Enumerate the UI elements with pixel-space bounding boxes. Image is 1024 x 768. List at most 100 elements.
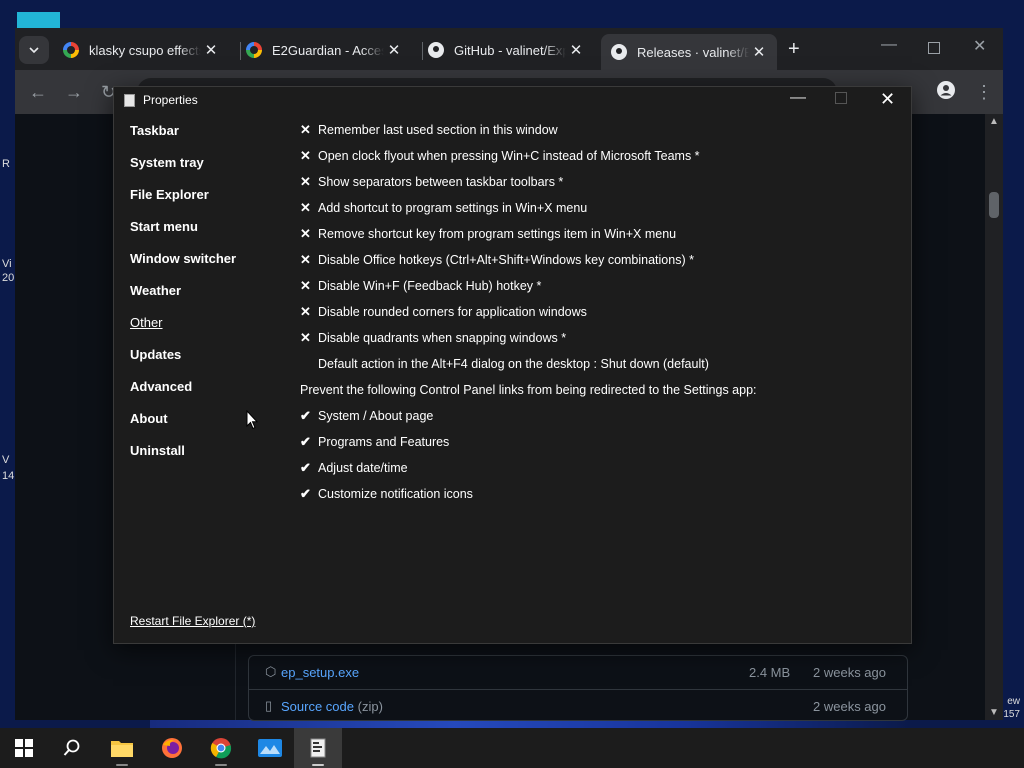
- firefox-icon[interactable]: [148, 728, 196, 768]
- checkmark-icon: ✔: [300, 460, 311, 475]
- properties-app-icon[interactable]: [294, 728, 342, 768]
- option-toggle[interactable]: ✕ Disable rounded corners for application…: [300, 302, 587, 322]
- close-tab-icon[interactable]: ✕: [384, 41, 404, 59]
- option-toggle[interactable]: ✕ Show separators between taskbar toolbar…: [300, 172, 563, 192]
- unchecked-x-icon: ✕: [300, 122, 311, 137]
- nav-item-about[interactable]: About: [130, 411, 168, 426]
- option-toggle[interactable]: ✕ Remove shortcut key from program settin…: [300, 224, 676, 244]
- scroll-up-icon[interactable]: ▲: [989, 116, 999, 127]
- option-toggle[interactable]: ✕ Open clock flyout when pressing Win+C i…: [300, 146, 700, 166]
- restart-explorer-link[interactable]: Restart File Explorer (*): [130, 614, 255, 628]
- package-icon: ⬡: [265, 664, 277, 679]
- unchecked-x-icon: ✕: [300, 174, 311, 189]
- option-toggle[interactable]: ✔ Adjust date/time: [300, 458, 408, 478]
- option-toggle[interactable]: ✕ Disable quadrants when snapping windows…: [300, 328, 566, 348]
- running-indicator: [116, 764, 128, 766]
- scroll-thumb[interactable]: [989, 192, 999, 218]
- github-icon: [428, 42, 444, 58]
- menu-kebab-icon[interactable]: ⋮: [975, 82, 993, 103]
- google-icon: [246, 42, 262, 58]
- unchecked-x-icon: ✕: [300, 200, 311, 215]
- app-icon: [124, 93, 135, 107]
- asset-date: 2 weeks ago: [813, 665, 886, 680]
- minimize-icon[interactable]: —: [881, 36, 897, 54]
- option-toggle[interactable]: ✔ Customize notification icons: [300, 484, 473, 504]
- desktop-label: ew: [1007, 696, 1020, 707]
- browser-tab[interactable]: klasky csupo effects ✕: [53, 34, 233, 66]
- option-toggle[interactable]: ✔ Programs and Features: [300, 432, 449, 452]
- tab-title: klasky csupo effects: [89, 42, 201, 58]
- tab-strip: klasky csupo effects ✕ E2Guardian - Acce…: [15, 28, 1003, 70]
- scroll-down-icon[interactable]: ▼: [989, 707, 999, 718]
- close-icon[interactable]: ✕: [880, 89, 895, 110]
- section-heading: Prevent the following Control Panel link…: [300, 383, 757, 397]
- option-dropdown-alt-f4[interactable]: Default action in the Alt+F4 dialog on t…: [300, 354, 709, 374]
- desktop-label: 14: [2, 470, 15, 482]
- properties-dialog: Properties — ✕ Taskbar System tray File …: [113, 86, 912, 644]
- unchecked-x-icon: ✕: [300, 226, 311, 241]
- nav-item-window-switcher[interactable]: Window switcher: [130, 251, 236, 266]
- profile-icon[interactable]: [936, 80, 956, 105]
- page-scrollbar[interactable]: ▲ ▼: [985, 114, 1003, 720]
- taskbar: [0, 728, 1024, 768]
- close-tab-icon[interactable]: ✕: [566, 41, 586, 59]
- asset-row[interactable]: ⬡ ep_setup.exe 2.4 MB 2 weeks ago: [249, 656, 907, 688]
- file-explorer-icon[interactable]: [98, 728, 146, 768]
- close-tab-icon[interactable]: ✕: [749, 43, 769, 61]
- back-icon[interactable]: ←: [29, 82, 47, 103]
- option-toggle[interactable]: ✕ Disable Win+F (Feedback Hub) hotkey *: [300, 276, 541, 296]
- release-assets: ⬡ ep_setup.exe 2.4 MB 2 weeks ago ▯ Sour…: [248, 655, 908, 721]
- close-window-icon[interactable]: ✕: [973, 36, 986, 56]
- dialog-titlebar[interactable]: Properties: [124, 93, 198, 107]
- new-tab-button[interactable]: +: [788, 38, 800, 61]
- browser-tab-active[interactable]: Releases · valinet/Exp ✕: [601, 34, 777, 70]
- asset-size: 2.4 MB: [749, 665, 791, 680]
- option-toggle[interactable]: ✕ Add shortcut to program settings in Win…: [300, 198, 587, 218]
- nav-item-system-tray[interactable]: System tray: [130, 155, 204, 170]
- nav-item-weather[interactable]: Weather: [130, 283, 181, 298]
- desktop-label: 20: [2, 272, 15, 284]
- github-icon: [611, 44, 627, 60]
- start-icon[interactable]: [0, 728, 48, 768]
- nav-item-file-explorer[interactable]: File Explorer: [130, 187, 209, 202]
- unchecked-x-icon: ✕: [300, 252, 311, 267]
- asset-link[interactable]: Source code (zip): [281, 699, 383, 714]
- nav-item-advanced[interactable]: Advanced: [130, 379, 192, 394]
- unchecked-x-icon: ✕: [300, 330, 311, 345]
- maximize-icon[interactable]: [928, 42, 940, 54]
- unchecked-x-icon: ✕: [300, 278, 311, 293]
- asset-link[interactable]: ep_setup.exe: [281, 665, 359, 680]
- forward-icon[interactable]: →: [65, 82, 83, 103]
- option-toggle[interactable]: ✕ Remember last used section in this wind…: [300, 120, 558, 140]
- dialog-title: Properties: [143, 93, 198, 107]
- nav-item-other[interactable]: Other: [130, 315, 163, 330]
- checkmark-icon: ✔: [300, 486, 311, 501]
- checkmark-icon: ✔: [300, 434, 311, 449]
- tab-title: GitHub - valinet/Expl: [454, 42, 566, 58]
- asset-row[interactable]: ▯ Source code (zip) 2 weeks ago: [249, 689, 907, 722]
- desktop-label: Vi: [2, 258, 12, 270]
- browser-tab[interactable]: GitHub - valinet/Expl ✕: [418, 34, 598, 66]
- nav-item-updates[interactable]: Updates: [130, 347, 181, 362]
- chrome-icon[interactable]: [197, 728, 245, 768]
- desktop-label: V: [2, 454, 10, 466]
- unchecked-x-icon: ✕: [300, 148, 311, 163]
- minimize-icon[interactable]: —: [790, 89, 806, 107]
- option-toggle[interactable]: ✔ System / About page: [300, 406, 433, 426]
- running-indicator: [312, 764, 324, 766]
- tab-title: Releases · valinet/Exp: [637, 44, 749, 60]
- desktop-label: 157: [1003, 709, 1020, 720]
- browser-tab[interactable]: E2Guardian - Access ✕: [236, 34, 416, 66]
- nav-item-uninstall[interactable]: Uninstall: [130, 443, 185, 458]
- nav-item-taskbar[interactable]: Taskbar: [130, 123, 179, 138]
- search-icon[interactable]: [48, 728, 96, 768]
- tab-search-button[interactable]: [19, 36, 49, 64]
- option-toggle[interactable]: ✕ Disable Office hotkeys (Ctrl+Alt+Shift+…: [300, 250, 694, 270]
- file-zip-icon: ▯: [265, 698, 273, 713]
- nav-item-start-menu[interactable]: Start menu: [130, 219, 198, 234]
- mouse-cursor-icon: [246, 410, 258, 430]
- photos-icon[interactable]: [246, 728, 294, 768]
- tab-title: E2Guardian - Access: [272, 42, 384, 58]
- chevron-down-icon: [29, 47, 39, 54]
- close-tab-icon[interactable]: ✕: [201, 41, 221, 59]
